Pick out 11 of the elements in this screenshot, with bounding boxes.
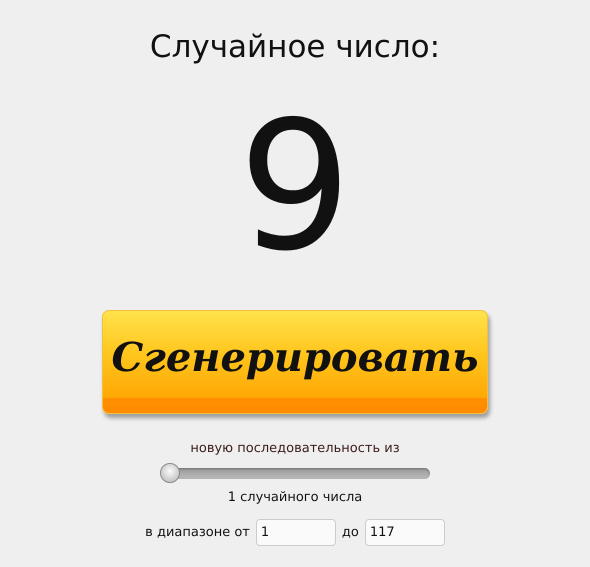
generate-button[interactable]: Сгенерировать bbox=[102, 310, 488, 414]
sequence-label: новую последовательность из bbox=[190, 440, 400, 458]
slider-thumb[interactable] bbox=[160, 463, 180, 483]
range-from-label: в диапазоне от bbox=[145, 525, 250, 540]
random-number: 9 bbox=[238, 87, 352, 287]
range-from-field[interactable]: 1 bbox=[256, 519, 336, 546]
count-label: 1 случайного числа bbox=[228, 489, 362, 507]
range-to-label: до bbox=[342, 525, 359, 540]
range-to-field[interactable]: 117 bbox=[364, 519, 445, 546]
slider-track[interactable] bbox=[160, 463, 430, 483]
title: Случайное число: bbox=[150, 28, 440, 67]
